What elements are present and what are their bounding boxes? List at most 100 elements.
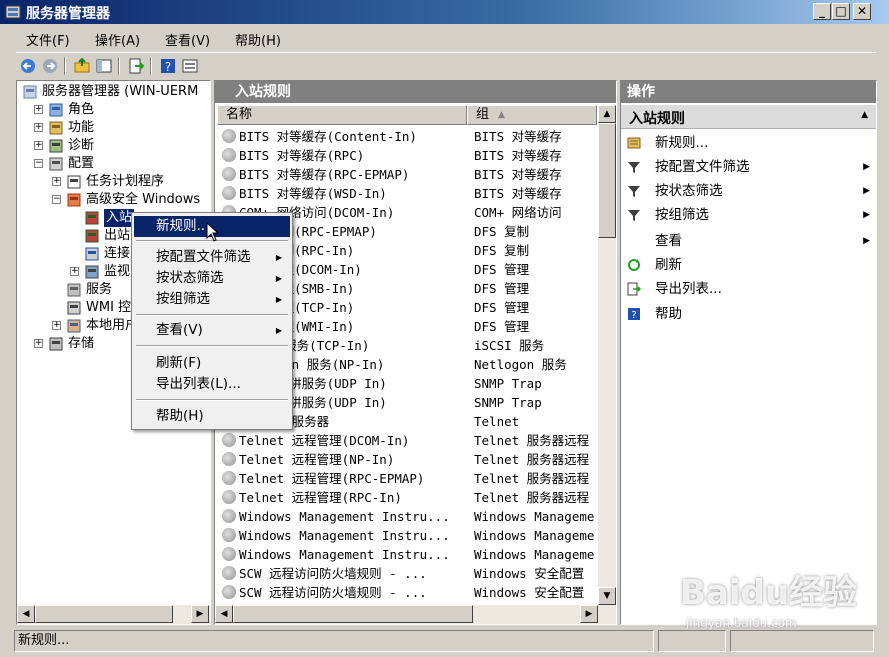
scroll-thumb[interactable]: [35, 605, 173, 623]
scroll-up-button[interactable]: ▲: [598, 105, 616, 123]
properties-icon[interactable]: [180, 56, 200, 76]
rule-row[interactable]: Windows Management Instru... Windows Mana…: [217, 507, 597, 526]
menu-action[interactable]: 操作(A): [95, 30, 140, 49]
action-item[interactable]: 按状态筛选 ▶: [621, 179, 876, 203]
rule-name: Windows Management Instru...: [239, 547, 450, 562]
rule-row[interactable]: Telnet 远程管理(RPC-In) Telnet 服务器远程: [217, 488, 597, 507]
rule-row[interactable]: SCW 远程访问防火墙规则 - ... Windows 安全配置: [217, 564, 597, 583]
rule-row[interactable]: BITS 对等缓存(Content-In) BITS 对等缓存: [217, 127, 597, 146]
configuration-icon: [49, 157, 63, 171]
export-list-icon[interactable]: [126, 56, 146, 76]
collapse-icon[interactable]: −: [52, 195, 61, 204]
status-bar: 新规则...: [14, 630, 874, 652]
submenu-arrow-icon: ▶: [863, 162, 870, 172]
show-hide-tree-icon[interactable]: [94, 56, 114, 76]
monitor-icon: [85, 265, 99, 279]
tree-horizontal-scrollbar[interactable]: ◀ ▶: [17, 605, 210, 624]
rule-group: BITS 对等缓存: [474, 167, 562, 182]
rule-row[interactable]: Windows Management Instru... Windows Mana…: [217, 526, 597, 545]
list-horizontal-scrollbar[interactable]: ◀ ▶: [215, 605, 616, 624]
ctx-filter-by-group[interactable]: 按组筛选 ▶: [134, 289, 290, 310]
close-button[interactable]: ✕: [853, 3, 871, 20]
scroll-right-button[interactable]: ▶: [191, 605, 209, 623]
back-arrow-icon[interactable]: [18, 56, 38, 76]
expand-icon[interactable]: +: [70, 267, 79, 276]
tree-item[interactable]: 服务器管理器 (WIN-UERM: [17, 83, 210, 101]
tree-item[interactable]: + 角色: [17, 101, 210, 119]
wmi-icon: [67, 301, 81, 315]
expand-icon[interactable]: +: [34, 141, 43, 150]
submenu-arrow-icon: ▶: [863, 186, 870, 196]
ctx-export-list[interactable]: 导出列表(L)...: [134, 374, 290, 395]
rule-name: Windows Management Instru...: [239, 528, 450, 543]
status-panel-3: [730, 630, 874, 652]
minimize-button[interactable]: _: [813, 3, 831, 20]
expand-icon[interactable]: +: [34, 123, 43, 132]
up-folder-icon[interactable]: [72, 56, 92, 76]
action-item[interactable]: 导出列表...: [621, 277, 876, 301]
scroll-right-button[interactable]: ▶: [580, 605, 598, 623]
ctx-help[interactable]: 帮助(H): [134, 406, 290, 427]
tree-item[interactable]: + 诊断: [17, 137, 210, 155]
action-item[interactable]: ? 帮助: [621, 302, 876, 326]
expand-icon[interactable]: +: [52, 321, 61, 330]
menu-help[interactable]: 帮助(H): [235, 30, 281, 49]
tree-item-label: 入站: [104, 209, 135, 227]
column-header-name[interactable]: 名称: [217, 105, 467, 125]
scroll-left-button[interactable]: ◀: [215, 605, 233, 623]
actions-section-header[interactable]: 入站规则 ▲: [621, 105, 876, 129]
rule-row[interactable]: Telnet 远程管理(RPC-EPMAP) Telnet 服务器远程: [217, 469, 597, 488]
maximize-button[interactable]: □: [832, 3, 850, 20]
ctx-filter-by-state[interactable]: 按状态筛选 ▶: [134, 268, 290, 289]
help-icon[interactable]: ?: [158, 56, 178, 76]
menu-view[interactable]: 查看(V): [165, 30, 210, 49]
action-item[interactable]: 刷新: [621, 253, 876, 277]
scroll-down-button[interactable]: ▼: [598, 587, 616, 605]
action-item[interactable]: 按配置文件筛选 ▶: [621, 155, 876, 179]
tree-item[interactable]: + 任务计划程序: [17, 173, 210, 191]
column-header-group[interactable]: 组 ▲: [467, 105, 597, 125]
rule-row[interactable]: BITS 对等缓存(RPC-EPMAP) BITS 对等缓存: [217, 165, 597, 184]
ctx-refresh[interactable]: 刷新(F): [134, 353, 290, 374]
action-item[interactable]: 查看 ▶: [621, 229, 876, 253]
rule-group: Netlogon 服务: [474, 357, 567, 372]
list-vertical-scrollbar[interactable]: ▲ ▼: [598, 105, 616, 605]
ctx-filter-by-profile[interactable]: 按配置文件筛选 ▶: [134, 247, 290, 268]
rule-row[interactable]: Telnet 远程管理(DCOM-In) Telnet 服务器远程: [217, 431, 597, 450]
action-item[interactable]: 新规则...: [621, 131, 876, 155]
outbound-rules-icon: [85, 229, 99, 243]
rule-row[interactable]: Windows Management Instru... Windows Mana…: [217, 545, 597, 564]
tree-item-label: 出站: [104, 228, 131, 243]
rule-row[interactable]: SCW 远程访问防火墙规则 - ... Windows 安全配置: [217, 583, 597, 602]
status-panel-2: [658, 630, 726, 652]
rule-row[interactable]: BITS 对等缓存(WSD-In) BITS 对等缓存: [217, 184, 597, 203]
menu-file[interactable]: 文件(F): [26, 30, 70, 49]
collapse-icon[interactable]: −: [34, 159, 43, 168]
tree-item[interactable]: − 高级安全 Windows: [17, 191, 210, 209]
scroll-thumb[interactable]: [233, 605, 473, 623]
rule-disabled-icon: [222, 433, 236, 447]
rule-group: Telnet 服务器远程: [474, 452, 590, 467]
rule-group: COM+ 网络访问: [474, 205, 562, 220]
rule-group: Windows Manageme: [474, 509, 595, 524]
scroll-left-button[interactable]: ◀: [17, 605, 35, 623]
tree-item[interactable]: − 配置: [17, 155, 210, 173]
rule-disabled-icon: [222, 129, 236, 143]
forward-arrow-icon[interactable]: [40, 56, 60, 76]
expand-icon[interactable]: +: [34, 105, 43, 114]
action-item[interactable]: 按组筛选 ▶: [621, 203, 876, 227]
scroll-thumb[interactable]: [598, 123, 616, 238]
expand-icon[interactable]: +: [34, 339, 43, 348]
ctx-view[interactable]: 查看(V) ▶: [134, 320, 290, 341]
filter-icon: [628, 186, 640, 197]
users-icon: [67, 319, 81, 333]
rule-name: Telnet 远程管理(DCOM-In): [239, 433, 410, 448]
toolbar: ?: [16, 52, 876, 78]
ctx-filter-by-group-label: 按组筛选: [156, 291, 210, 307]
tree-item-label: 服务器管理器 (WIN-UERM: [42, 84, 199, 99]
rule-row[interactable]: BITS 对等缓存(RPC) BITS 对等缓存: [217, 146, 597, 165]
rule-row[interactable]: Telnet 远程管理(NP-In) Telnet 服务器远程: [217, 450, 597, 469]
title-bar[interactable]: 服务器管理器 _ □ ✕: [0, 0, 889, 24]
expand-icon[interactable]: +: [52, 177, 61, 186]
tree-item[interactable]: + 功能: [17, 119, 210, 137]
